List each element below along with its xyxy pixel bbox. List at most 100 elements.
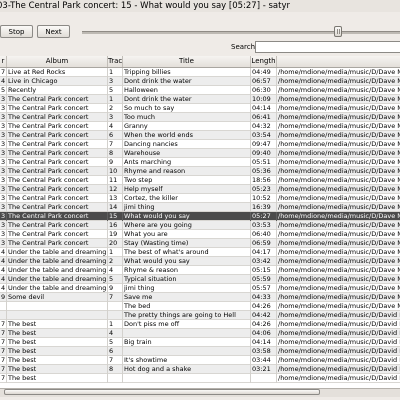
table-row[interactable]: 3 The Central Park concert 12 Help myself 05… <box>0 185 400 194</box>
cell-n: 3 <box>1 176 7 185</box>
table-row[interactable]: 3 The Central Park concert 2 So much to say… <box>0 104 400 113</box>
table-row[interactable]: 3 The Central Park concert 6 When the world… <box>0 131 400 140</box>
horizontal-scrollbar-thumb[interactable] <box>4 389 320 395</box>
cell-n: 3 <box>1 158 7 167</box>
table-row[interactable]: 3 The Central Park concert 19 What you are 0… <box>0 230 400 239</box>
cell-album: The Central Park concert <box>7 239 108 248</box>
cell-album: The Central Park concert <box>7 122 108 131</box>
cell-length: 05:15 <box>251 266 277 275</box>
table-row[interactable]: 7 The best 4 04:06/home/mdione/media/music/… <box>0 329 400 338</box>
search-input[interactable] <box>255 41 400 53</box>
cell-album: Under the table and dreaming <box>8 284 108 293</box>
cell-title: Where are you going <box>123 221 251 230</box>
table-row[interactable]: 4 Under the table and dreaming 9 jimi thing… <box>0 284 400 293</box>
table-row[interactable]: 3 The Central Park concert 10 Rhyme and rea… <box>0 167 400 176</box>
cell-track: 12 <box>108 185 123 194</box>
cell-track: 14 <box>108 203 123 212</box>
table-row[interactable]: 7 The best 1 Don't piss me off 04:26/home/md… <box>0 320 400 329</box>
table-row[interactable]: 4 Under the table and dreaming 5 Typical si… <box>0 275 400 284</box>
table-row[interactable]: 3 The Central Park concert 20 Stay (Wasting… <box>0 239 400 248</box>
cell-title: Dont drink the water <box>123 77 251 86</box>
cell-n: 7 <box>1 68 7 77</box>
cell-album: Some devil <box>7 293 108 302</box>
table-row[interactable]: 7 The best 6 03:58/home/mdione/media/music/… <box>0 347 400 356</box>
cell-path: /home/mdione/media/music/D/Dave Mat <box>278 176 400 184</box>
cell-path: /home/mdione/media/music/D/Dave Mat <box>278 293 400 301</box>
cell-track: 3 <box>108 77 123 86</box>
seek-bar-thumb[interactable] <box>334 26 342 37</box>
cell-path: /home/mdione/media/music/D/Dave Mat <box>278 194 400 202</box>
table-row[interactable]: 4 Live in Chicago 3 Dont drink the water 06:… <box>0 77 400 86</box>
column-header-number[interactable]: r <box>0 56 7 67</box>
cell-path: /home/mdione/media/music/D/David Lee <box>278 320 400 328</box>
table-row[interactable]: 3 The Central Park concert 7 Dancing nancie… <box>0 140 400 149</box>
cell-path: /home/mdione/media/music/D/David Lee <box>278 365 400 373</box>
cell-path: /home/mdione/media/music/D/Dave Mat <box>278 221 400 229</box>
cell-track: 6 <box>108 131 123 140</box>
cell-path: /home/mdione/media/music/D/Dave Mat <box>278 122 400 130</box>
cell-album: The Central Park concert <box>7 194 108 203</box>
table-row[interactable]: 4 Under the table and dreaming 4 Rhyme & re… <box>0 266 400 275</box>
table-row[interactable]: 3 The Central Park concert 13 Cortez, the k… <box>0 194 400 203</box>
table-row[interactable]: The bed 04:26/home/mdione/media/music/D/D… <box>0 302 400 311</box>
column-header-album[interactable]: Album <box>7 56 108 67</box>
table-row[interactable]: 7 The best 7 It's showtime 03:44/home/mdione… <box>0 356 400 365</box>
cell-track <box>108 374 123 383</box>
cell-length: 05:57 <box>251 284 277 293</box>
table-row[interactable]: 3 The Central Park concert 4 Granny 04:32/ho… <box>0 122 400 131</box>
table-row[interactable]: 3 The Central Park concert 9 Ants marching 0… <box>0 158 400 167</box>
cell-track: 5 <box>108 338 123 347</box>
table-row[interactable]: 7 The best/home/mdione/media/music/D/Davi… <box>0 374 400 383</box>
cell-n: 3 <box>1 149 7 158</box>
cell-track: 4 <box>108 329 123 338</box>
table-row[interactable]: 9 Some devil 7 Save me 04:33/home/mdione/med… <box>0 293 400 302</box>
cell-n: 7 <box>1 320 7 329</box>
column-header-length[interactable]: Length <box>251 56 277 67</box>
cell-length: 06:59 <box>251 239 277 248</box>
cell-title: Don't piss me off <box>123 320 251 329</box>
table-row[interactable]: 3 The Central Park concert 1 Dont drink the… <box>0 95 400 104</box>
table-row[interactable]: 5 Recently 5 Halloween 06:30/home/mdione/med… <box>0 86 400 95</box>
cell-album: The Central Park concert <box>7 131 108 140</box>
cell-title: Granny <box>123 122 251 131</box>
table-row[interactable]: 7 Live at Red Rocks 1 Tripping billies 04:49… <box>0 68 400 77</box>
table-row[interactable]: 3 The Central Park concert 11 Two step 18:56… <box>0 176 400 185</box>
column-header-title[interactable]: Title <box>123 56 251 67</box>
cell-album: The Central Park concert <box>7 212 108 221</box>
table-row[interactable]: 3 The Central Park concert 16 Where are you… <box>0 221 400 230</box>
cell-n: 3 <box>1 239 7 248</box>
stop-button[interactable]: Stop <box>0 25 33 38</box>
table-row[interactable]: 4 Under the table and dreaming 1 The best o… <box>0 248 400 257</box>
table-row[interactable]: 4 Under the table and dreaming 2 What would… <box>0 257 400 266</box>
cell-title: Rhyme and reason <box>123 167 251 176</box>
table-row[interactable]: 3 The Central Park concert 3 Too much 06:41/… <box>0 113 400 122</box>
seek-bar-track[interactable] <box>82 31 400 34</box>
cell-length: 04:17 <box>251 248 277 257</box>
cell-album: The Central Park concert <box>7 149 108 158</box>
cell-n: 3 <box>1 221 7 230</box>
cell-track: 1 <box>108 320 123 329</box>
cell-path: /home/mdione/media/music/D/Dave Mat <box>278 104 400 112</box>
cell-length: 04:49 <box>251 68 277 77</box>
cell-length: 03:58 <box>251 347 277 356</box>
cell-track: 16 <box>108 221 123 230</box>
cell-length: 06:30 <box>251 86 277 95</box>
cell-title: Cortez, the killer <box>123 194 251 203</box>
table-row[interactable]: 7 The best 8 Hot dog and a shake 03:21/home/… <box>0 365 400 374</box>
cell-length <box>251 374 277 383</box>
cell-track <box>108 302 123 311</box>
cell-length: 06:40 <box>251 230 277 239</box>
table-row[interactable]: 3 The Central Park concert 14 jimi thing 16:… <box>0 203 400 212</box>
table-row[interactable]: 7 The best 5 Big train 04:14/home/mdione/med… <box>0 338 400 347</box>
cell-path: /home/mdione/media/music/D/Dave Mat <box>278 140 400 148</box>
cell-album: The Central Park concert <box>7 221 108 230</box>
table-row[interactable]: The pretty things are going to Hell 04:42… <box>0 311 400 320</box>
column-header-track[interactable]: Tracl <box>108 56 123 67</box>
cell-length: 03:42 <box>251 257 277 266</box>
column-header-path[interactable] <box>277 56 400 67</box>
table-row[interactable]: 3 The Central Park concert 8 Warehouse 09:40… <box>0 149 400 158</box>
cell-path: /home/mdione/media/music/D/Dave Mat <box>278 131 400 139</box>
table-row-selected[interactable]: 3 The Central Park concert 15 What would yo… <box>0 212 400 221</box>
cell-title: jimi thing <box>123 203 251 212</box>
next-button[interactable]: Next <box>37 25 70 38</box>
